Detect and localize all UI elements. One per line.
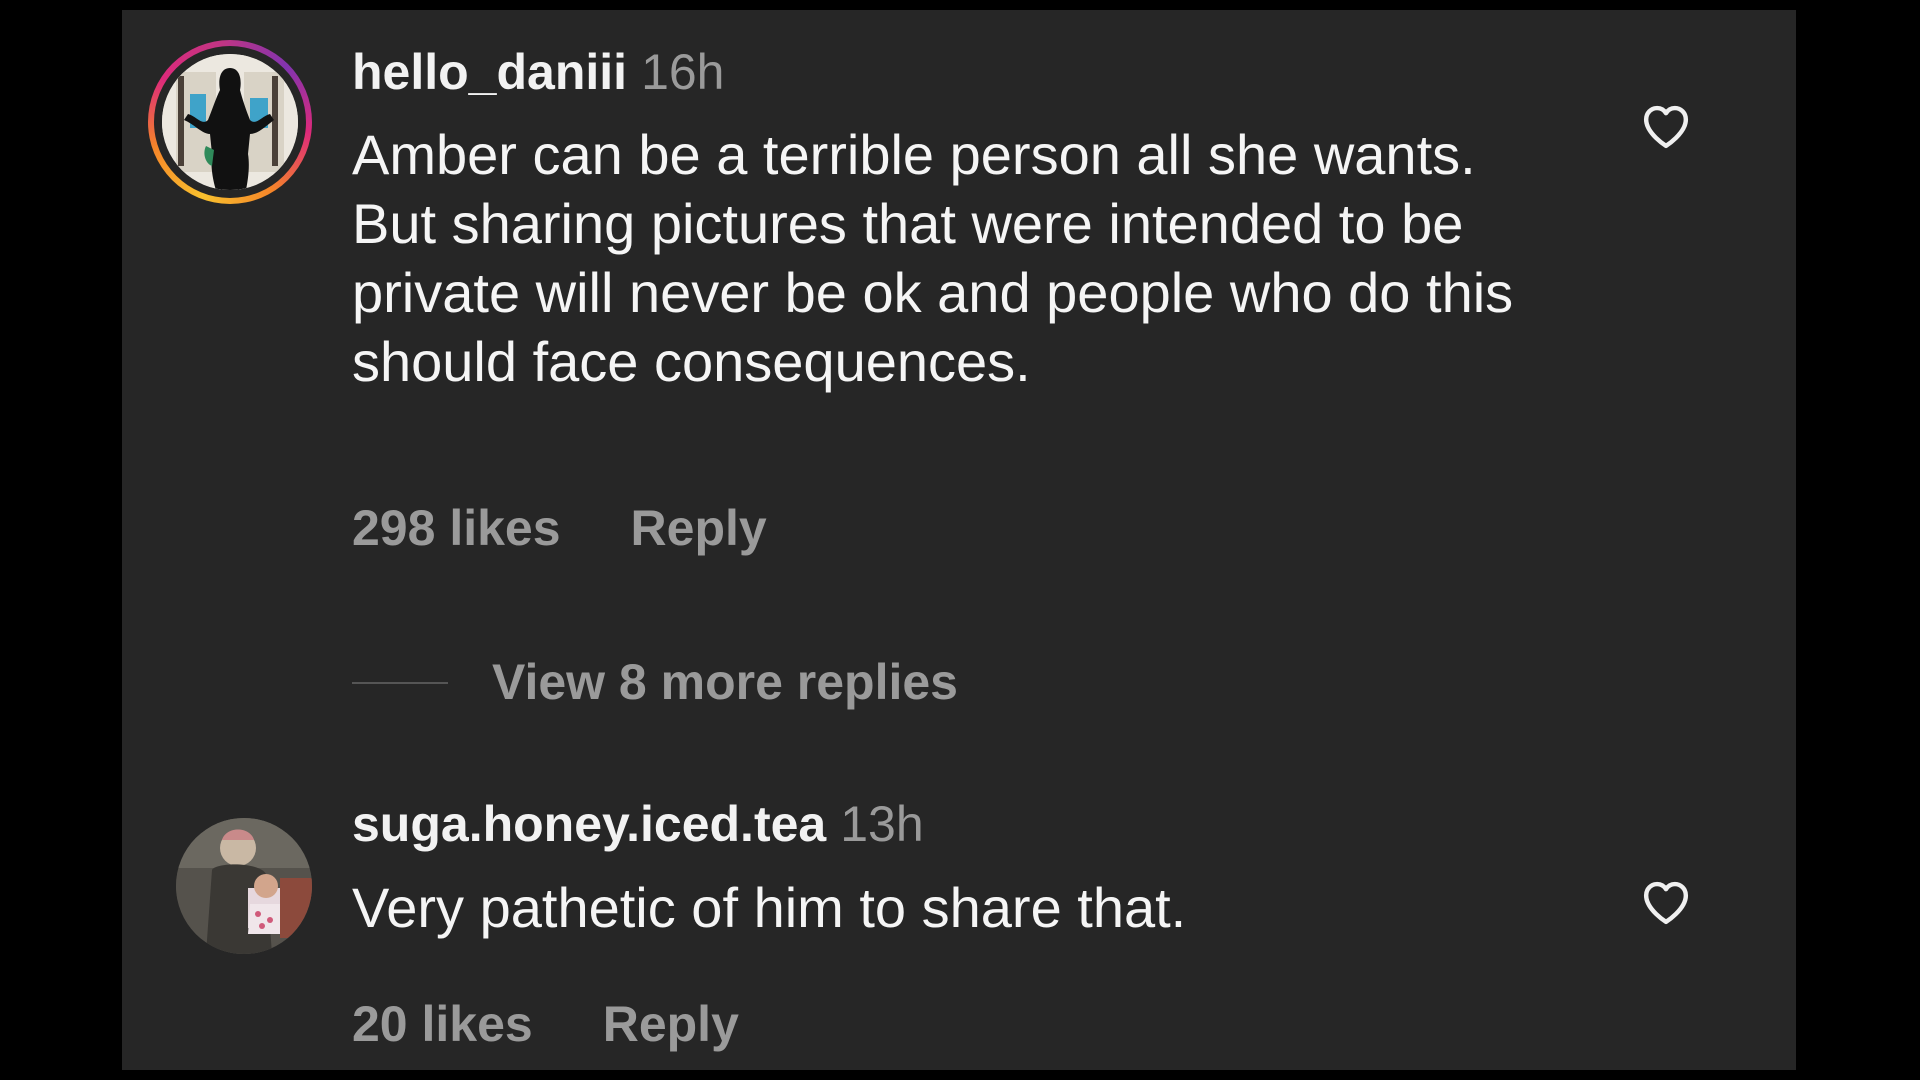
comment-body: Very pathetic of him to share that.	[352, 876, 1187, 939]
comment-timestamp: 16h	[641, 44, 725, 100]
heart-outline-icon[interactable]	[1638, 874, 1694, 930]
comments-panel: hello_daniii 16h Amber can be a terrible …	[122, 10, 1796, 1070]
comment-timestamp: 13h	[840, 796, 924, 852]
comment-body: Amber can be a terrible person all she w…	[352, 123, 1514, 393]
comment-header: hello_daniii 16h	[352, 40, 725, 104]
likes-count[interactable]: 298 likes	[352, 500, 561, 556]
reply-button[interactable]: Reply	[631, 500, 767, 556]
heart-outline-icon[interactable]	[1638, 98, 1694, 154]
avatar[interactable]	[162, 54, 298, 190]
view-more-replies-label[interactable]: View 8 more replies	[492, 650, 958, 714]
comment-actions: 298 likes Reply	[352, 496, 767, 560]
avatar-photo-image	[176, 818, 312, 954]
avatar[interactable]	[176, 818, 312, 954]
replies-divider-line	[352, 682, 448, 684]
avatar-silhouette-image	[162, 54, 298, 190]
comment-actions: 20 likes Reply	[352, 992, 739, 1056]
story-ring-gap	[154, 46, 306, 198]
story-ring[interactable]	[148, 40, 312, 204]
comment-username[interactable]: hello_daniii	[352, 44, 627, 100]
comment-username[interactable]: suga.honey.iced.tea	[352, 796, 826, 852]
reply-button[interactable]: Reply	[603, 996, 739, 1052]
likes-count[interactable]: 20 likes	[352, 996, 533, 1052]
comment-header: suga.honey.iced.tea 13h	[352, 792, 924, 856]
